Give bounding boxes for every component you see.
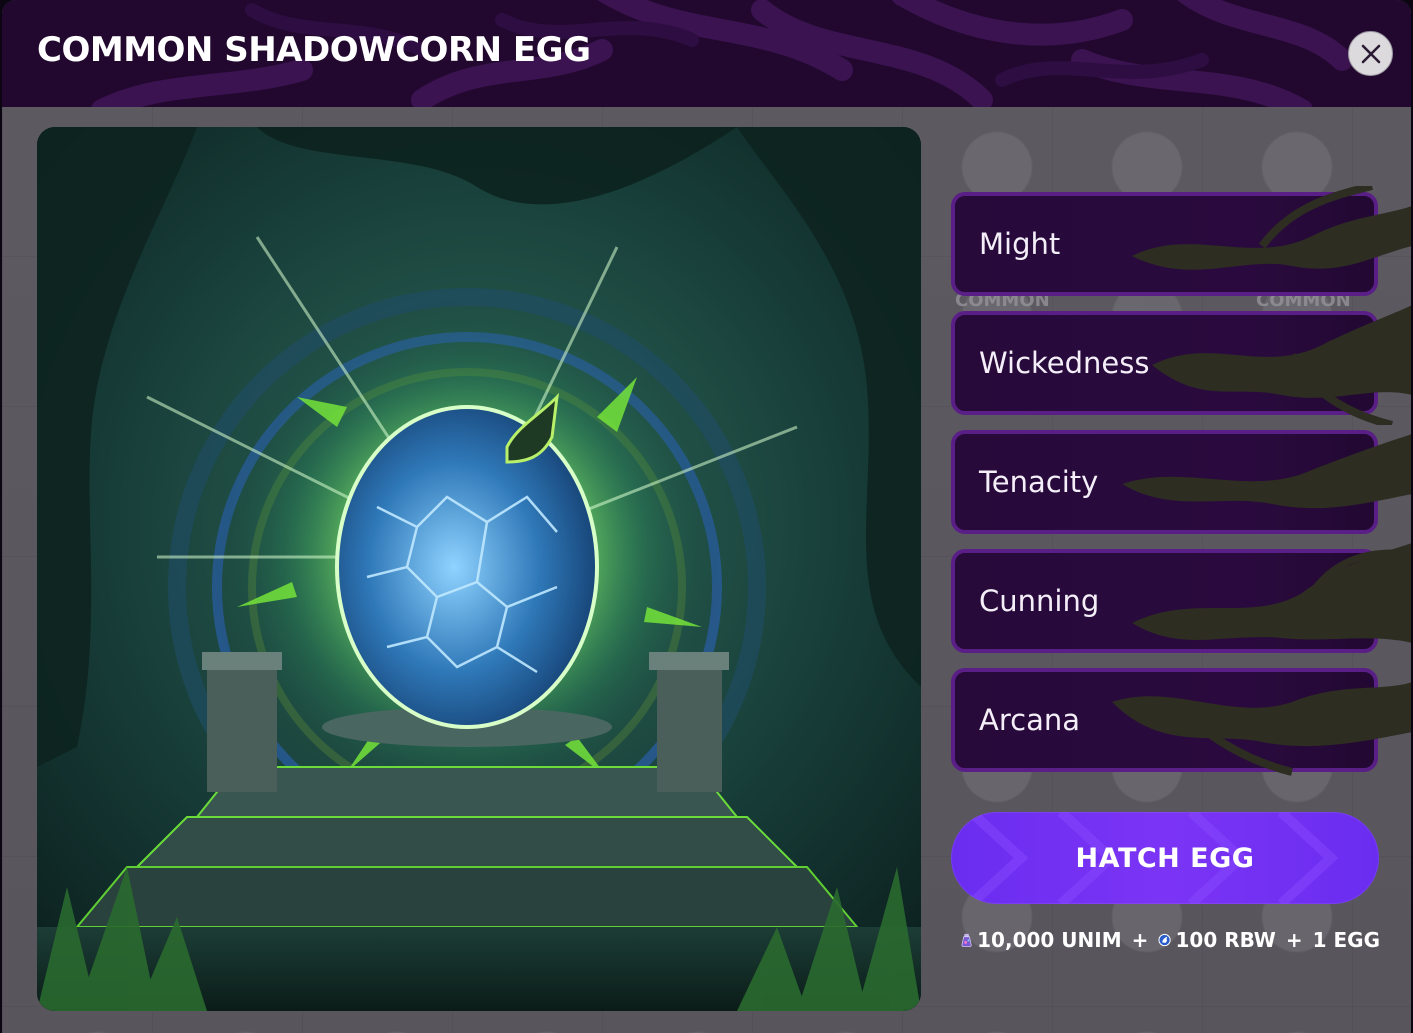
unim-potion-icon <box>961 933 972 947</box>
egg-modal: COMMON SHADOWCORN EGG COMMON COMMON Migh… <box>2 0 1411 1033</box>
cost-egg: 1 EGG <box>1312 928 1380 952</box>
stat-label: Might <box>979 227 1061 261</box>
stat-label: Arcana <box>979 703 1080 737</box>
stat-label: Tenacity <box>979 465 1099 499</box>
hatch-egg-label: HATCH EGG <box>1075 842 1255 874</box>
rbw-unicorn-icon <box>1158 933 1172 947</box>
hatch-egg-button[interactable]: HATCH EGG <box>951 812 1379 904</box>
stat-cunning: Cunning <box>951 543 1411 653</box>
stat-label: Wickedness <box>979 346 1150 380</box>
branch-decoration <box>1112 682 1411 776</box>
stat-arcana: Arcana <box>951 668 1411 776</box>
cost-unim: 10,000 UNIM <box>977 928 1122 952</box>
stat-might: Might <box>951 186 1411 296</box>
stat-tenacity: Tenacity <box>951 430 1411 534</box>
stat-wickedness: Wickedness <box>951 305 1411 425</box>
egg-illustration <box>37 127 921 1011</box>
branch-decoration <box>1122 434 1411 509</box>
modal-title: COMMON SHADOWCORN EGG <box>37 30 591 70</box>
modal-header: COMMON SHADOWCORN EGG <box>2 0 1411 107</box>
branch-decoration <box>1132 186 1411 270</box>
cost-rbw: 100 RBW <box>1175 928 1276 952</box>
branch-decoration <box>1152 305 1411 425</box>
branch-decoration <box>1132 543 1411 643</box>
stat-label: Cunning <box>979 584 1100 618</box>
egg-artwork <box>37 127 921 1011</box>
cost-plus: + <box>1131 928 1149 952</box>
hatch-cost: 10,000 UNIM + 100 RBW + 1 EGG <box>960 922 1380 958</box>
close-button[interactable] <box>1348 31 1393 76</box>
cost-plus: + <box>1285 928 1303 952</box>
close-icon <box>1361 44 1380 63</box>
